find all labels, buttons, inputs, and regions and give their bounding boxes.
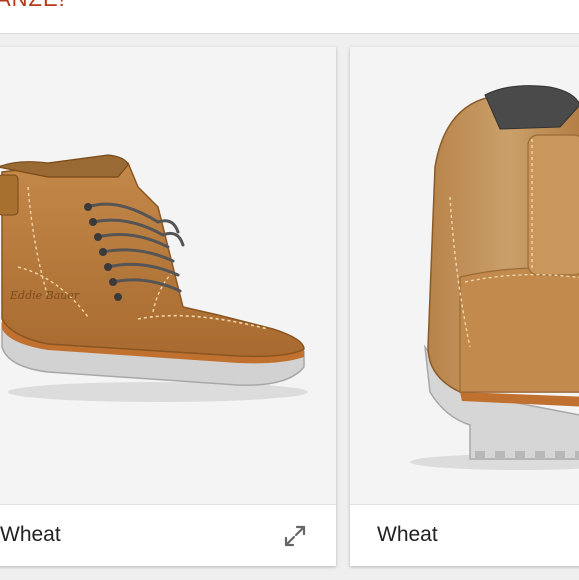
color-name-label: Wheat (377, 523, 438, 546)
product-color-card-wheat-back[interactable]: Wheat (350, 47, 579, 566)
expand-arrows-icon[interactable] (280, 521, 310, 551)
card-footer: Wheat (0, 504, 336, 566)
header-partial-text: ANZE! (0, 0, 66, 12)
top-bar: ANZE! (0, 0, 579, 34)
boot-back-view-image (410, 85, 579, 470)
boot-side-view-image: Eddie Bauer (0, 154, 308, 402)
product-color-card-wheat-side[interactable]: Eddie Bauer Wheat (0, 47, 336, 566)
svg-text:Eddie Bauer: Eddie Bauer (9, 289, 80, 302)
product-image-back-view[interactable] (350, 47, 579, 504)
card-footer: Wheat (350, 504, 579, 566)
color-name-label: Wheat (0, 523, 61, 546)
product-image-side-view[interactable]: Eddie Bauer (0, 47, 336, 504)
